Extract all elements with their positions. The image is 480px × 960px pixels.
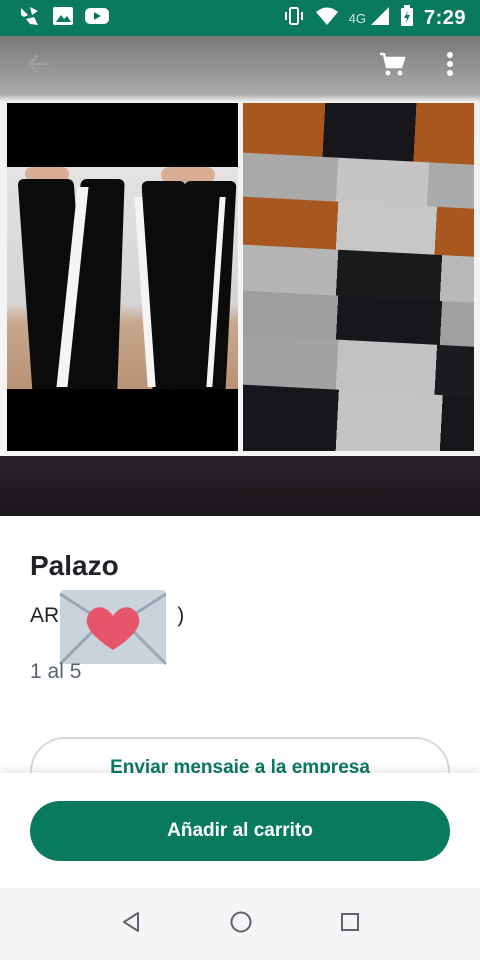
love-letter-icon: [58, 590, 168, 666]
signal-icon: [370, 6, 390, 31]
battery-icon: [400, 4, 414, 32]
price-suffix: ): [177, 604, 185, 627]
vibrate-icon: [283, 5, 305, 32]
product-title: Palazo: [30, 550, 119, 581]
status-left-icons: [0, 5, 110, 32]
more-vert-icon[interactable]: [446, 51, 454, 82]
recents-square-icon[interactable]: [339, 911, 361, 938]
toolbar-actions: [378, 50, 480, 83]
cart-icon[interactable]: [378, 50, 406, 83]
youtube-icon: [84, 6, 110, 31]
status-right-icons: 4G 7:29: [283, 4, 480, 32]
bottom-action-panel: Añadir al carrito: [0, 773, 480, 888]
wifi-icon: [315, 6, 339, 31]
back-triangle-icon[interactable]: [119, 910, 143, 939]
add-to-cart-button[interactable]: Añadir al carrito: [30, 801, 450, 861]
network-type: 4G: [348, 10, 366, 26]
product-photo-fabric-stack: [243, 103, 474, 451]
system-navigation-bar: [0, 888, 480, 960]
product-image-gallery[interactable]: [0, 36, 480, 516]
image-icon: [52, 6, 74, 31]
status-bar: 4G 7:29: [0, 0, 480, 36]
price-prefix: AR: [30, 604, 60, 627]
top-toolbar: [0, 36, 480, 96]
fabric-band: [243, 384, 474, 451]
product-details: Palazo AR) 1 al 5 Enviar mensaje a la em…: [0, 516, 480, 807]
product-sizes: 1 al 5: [30, 660, 82, 683]
back-arrow-icon[interactable]: [24, 50, 52, 83]
home-circle-icon[interactable]: [229, 910, 253, 939]
status-time: 7:29: [423, 6, 466, 29]
photo-pants-right-2: [173, 181, 237, 389]
app-notification-icon: [18, 5, 42, 32]
photo-scene: [7, 167, 238, 389]
product-photo-wide-leg-pants: [7, 103, 238, 451]
